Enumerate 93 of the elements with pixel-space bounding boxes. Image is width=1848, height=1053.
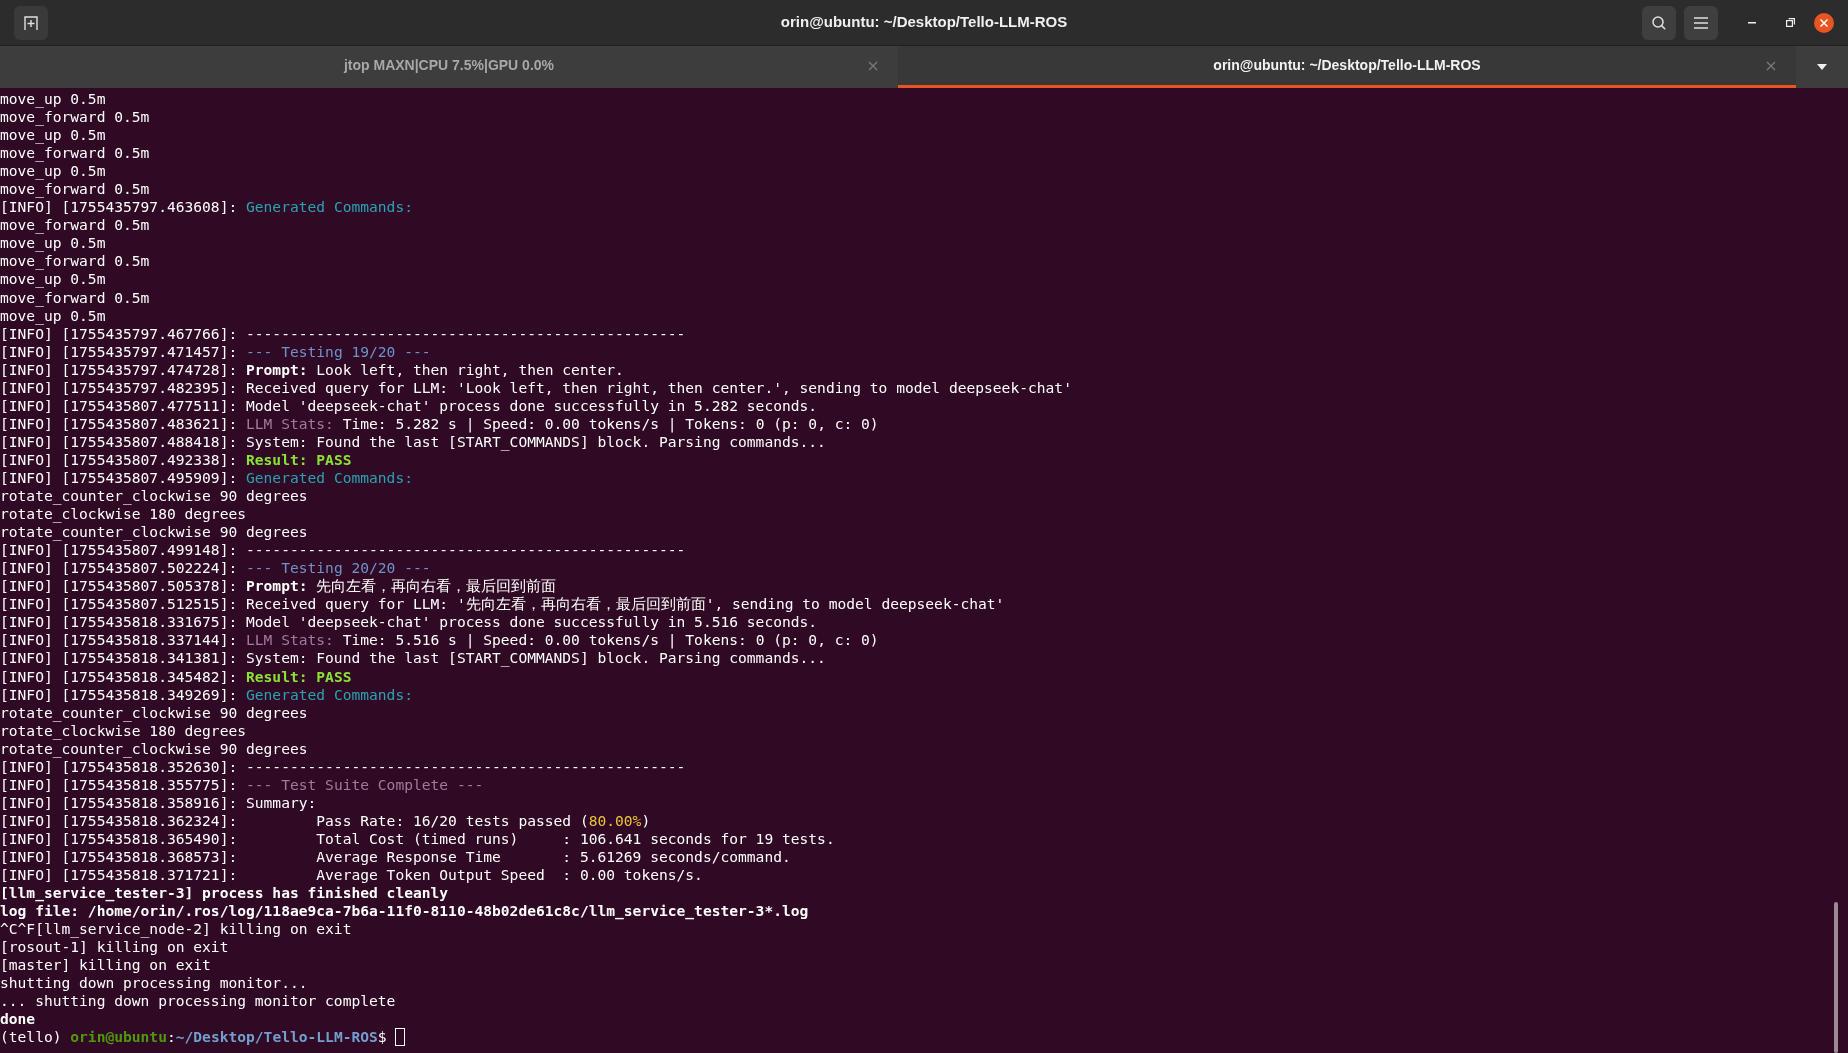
terminal-text: [INFO] [1755435818.362324]: Pass Rate: 16/20 tests passed ( xyxy=(0,811,589,829)
text-cursor xyxy=(395,1028,406,1047)
terminal-text: [llm_service_tester-3] process has finished cleanly xyxy=(0,884,449,902)
terminal-text: [INFO] [1755435818.365490]: Total Cost (timed runs) : 106.641 seconds for 19 tests. xyxy=(0,829,835,847)
terminal-text: [INFO] [1755435807.502224]: xyxy=(0,559,239,577)
terminal-text: Generated Commands: xyxy=(246,685,413,703)
terminal-text: [master] killing on exit xyxy=(0,956,211,974)
terminal-text: rotate_counter_clockwise 90 degrees xyxy=(0,523,308,541)
close-icon xyxy=(1820,18,1828,27)
terminal-text: orin@ubuntu xyxy=(70,1028,167,1047)
terminal-text: Prompt: xyxy=(246,577,308,595)
terminal-text: 先向左看，再向右看，最后回到前面 xyxy=(315,577,557,595)
terminal-text: $ xyxy=(377,1028,388,1047)
terminal-text: [INFO] [1755435818.368573]: Average Response Time : 5.61269 seconds/command. xyxy=(0,847,791,865)
terminal-text: rotate_counter_clockwise 90 degrees xyxy=(0,739,308,757)
terminal-text: 80.00% xyxy=(588,811,642,829)
terminal-text: move_up 0.5m xyxy=(0,90,106,107)
terminal-text: [INFO] [1755435818.331675]: Model 'deepseek-chat' process done successfully in 5.516 seconds. xyxy=(0,613,818,631)
terminal-text: [INFO] [1755435807.495909]: xyxy=(0,469,239,486)
terminal-text: [INFO] [1755435807.499148]: -------------------------------------------------- xyxy=(0,541,686,559)
caret-icon xyxy=(1817,64,1827,70)
close-button[interactable] xyxy=(1814,12,1834,33)
terminal-text: rotate_counter_clockwise 90 degrees xyxy=(0,487,308,505)
terminal-text: : xyxy=(166,1028,176,1047)
terminal-text: ^C^F[llm_service_node-2] killing on exit xyxy=(0,920,352,938)
terminal-text: Result: PASS xyxy=(246,450,352,468)
tab[interactable]: jtop MAXN|CPU 7.5%|GPU 0.0% xyxy=(0,46,898,88)
terminal-text: LLM Stats: xyxy=(246,631,334,649)
terminal-text: [INFO] [1755435797.463608]: xyxy=(0,198,239,216)
terminal-text: [INFO] [1755435797.482395]: Received query for LLM: 'Look left, then right, then center.', sending to model deepseek-chat' xyxy=(0,378,1072,396)
terminal-text: move_up 0.5m xyxy=(0,162,106,180)
terminal-text: [INFO] [1755435818.352630]: -------------------------------------------------- xyxy=(0,757,686,775)
terminal-text: move_up 0.5m xyxy=(0,306,106,324)
tab-close-icon[interactable] xyxy=(868,61,878,71)
terminal-text: Prompt: xyxy=(246,360,308,378)
terminal-text: --- Test Suite Complete --- xyxy=(246,775,484,793)
new-tab-icon xyxy=(23,14,39,31)
terminal-text: move_forward 0.5m xyxy=(0,144,150,162)
terminal-text: --- Testing 20/20 --- xyxy=(246,559,431,577)
menu-button[interactable] xyxy=(1684,5,1718,40)
terminal-text: move_up 0.5m xyxy=(0,126,106,144)
terminal-text: Generated Commands: xyxy=(246,198,413,216)
terminal-text: [INFO] [1755435807.477511]: Model 'deepseek-chat' process done successfully in 5.282 seconds. xyxy=(0,396,818,414)
terminal-text: [INFO] [1755435807.483621]: xyxy=(0,414,239,432)
terminal-text: Time: 5.516 s | Speed: 0.00 tokens/s | Tokens: 0 (p: 0, c: 0) xyxy=(341,631,879,649)
scrollbar-thumb[interactable] xyxy=(1834,902,1838,1053)
terminal-text: [INFO] [1755435818.345482]: xyxy=(0,667,239,685)
terminal-text: Time: 5.282 s | Speed: 0.00 tokens/s | Tokens: 0 (p: 0, c: 0) xyxy=(341,414,879,432)
terminal-text: [INFO] [1755435807.492338]: xyxy=(0,450,239,468)
terminal-text: [INFO] [1755435807.505378]: xyxy=(0,577,239,595)
terminal-text: move_forward 0.5m xyxy=(0,252,150,270)
terminal-text: move_forward 0.5m xyxy=(0,108,150,126)
terminal-text: move_forward 0.5m xyxy=(0,288,150,306)
terminal-text: rotate_clockwise 180 degrees xyxy=(0,721,246,739)
minimize-icon xyxy=(1748,21,1756,24)
terminal-text: [INFO] [1755435797.474728]: xyxy=(0,360,239,378)
terminal-text: [INFO] [1755435807.488418]: System: Found the last [START_COMMANDS] block. Parsing commands... xyxy=(0,432,826,450)
terminal-text: move_up 0.5m xyxy=(0,234,106,252)
new-tab-button[interactable] xyxy=(14,5,48,40)
terminal-text: [rosout-1] killing on exit xyxy=(0,938,229,956)
terminal-text: done xyxy=(0,1010,36,1028)
terminal-text: (tello) xyxy=(0,1028,63,1047)
terminal-text: [INFO] [1755435797.467766]: -------------------------------------------------- xyxy=(0,324,686,342)
terminal-text: [INFO] [1755435807.512515]: Received query for LLM: '先向左看，再向右看，最后回到前面', sending to model deepseek-chat' xyxy=(0,595,1005,613)
terminal-text: [INFO] [1755435818.337144]: xyxy=(0,631,239,649)
terminal-text: [INFO] [1755435818.371721]: Average Token Output Speed : 0.00 tokens/s. xyxy=(0,866,703,883)
menu-icon xyxy=(1694,16,1708,29)
terminal-text: move_forward 0.5m xyxy=(0,216,150,234)
terminal-text: LLM Stats: xyxy=(246,414,334,432)
terminal-text: Look left, then right, then center. xyxy=(315,360,624,378)
tab-close-icon[interactable] xyxy=(1766,61,1776,71)
terminal-text: ~/Desktop/Tello-LLM-ROS xyxy=(175,1028,378,1047)
terminal-text: shutting down processing monitor... xyxy=(0,974,308,992)
terminal-text: ... shutting down processing monitor complete xyxy=(0,992,396,1010)
terminal-text: [INFO] [1755435818.355775]: xyxy=(0,775,239,793)
terminal-text: [INFO] [1755435818.358916]: Summary: xyxy=(0,793,317,811)
terminal-text: ) xyxy=(641,811,651,829)
window-title: orin@ubuntu: ~/Desktop/Tello-LLM-ROS xyxy=(780,12,1068,33)
terminal-text: move_up 0.5m xyxy=(0,270,106,288)
terminal-text: log file: /home/orin/.ros/log/118ae9ca-7b6a-11f0-8110-48b02de61c8c/llm_service_tester-3*.log xyxy=(0,902,809,920)
terminal-text: [INFO] [1755435797.471457]: xyxy=(0,342,239,360)
terminal-text: Result: PASS xyxy=(246,667,352,685)
search-button[interactable] xyxy=(1642,5,1676,40)
terminal-text: rotate_counter_clockwise 90 degrees xyxy=(0,703,308,721)
terminal-text: move_forward 0.5m xyxy=(0,180,150,198)
terminal-text: rotate_clockwise 180 degrees xyxy=(0,505,246,523)
terminal-text: [INFO] [1755435818.349269]: xyxy=(0,685,239,703)
terminal-text: Generated Commands: xyxy=(246,469,413,486)
tab[interactable]: orin@ubuntu: ~/Desktop/Tello-LLM-ROS xyxy=(898,46,1796,88)
search-icon xyxy=(1651,14,1667,31)
terminal-text: --- Testing 19/20 --- xyxy=(246,342,431,360)
terminal-text: [INFO] [1755435818.341381]: System: Found the last [START_COMMANDS] block. Parsing commands... xyxy=(0,649,826,667)
restore-icon xyxy=(1785,18,1795,27)
